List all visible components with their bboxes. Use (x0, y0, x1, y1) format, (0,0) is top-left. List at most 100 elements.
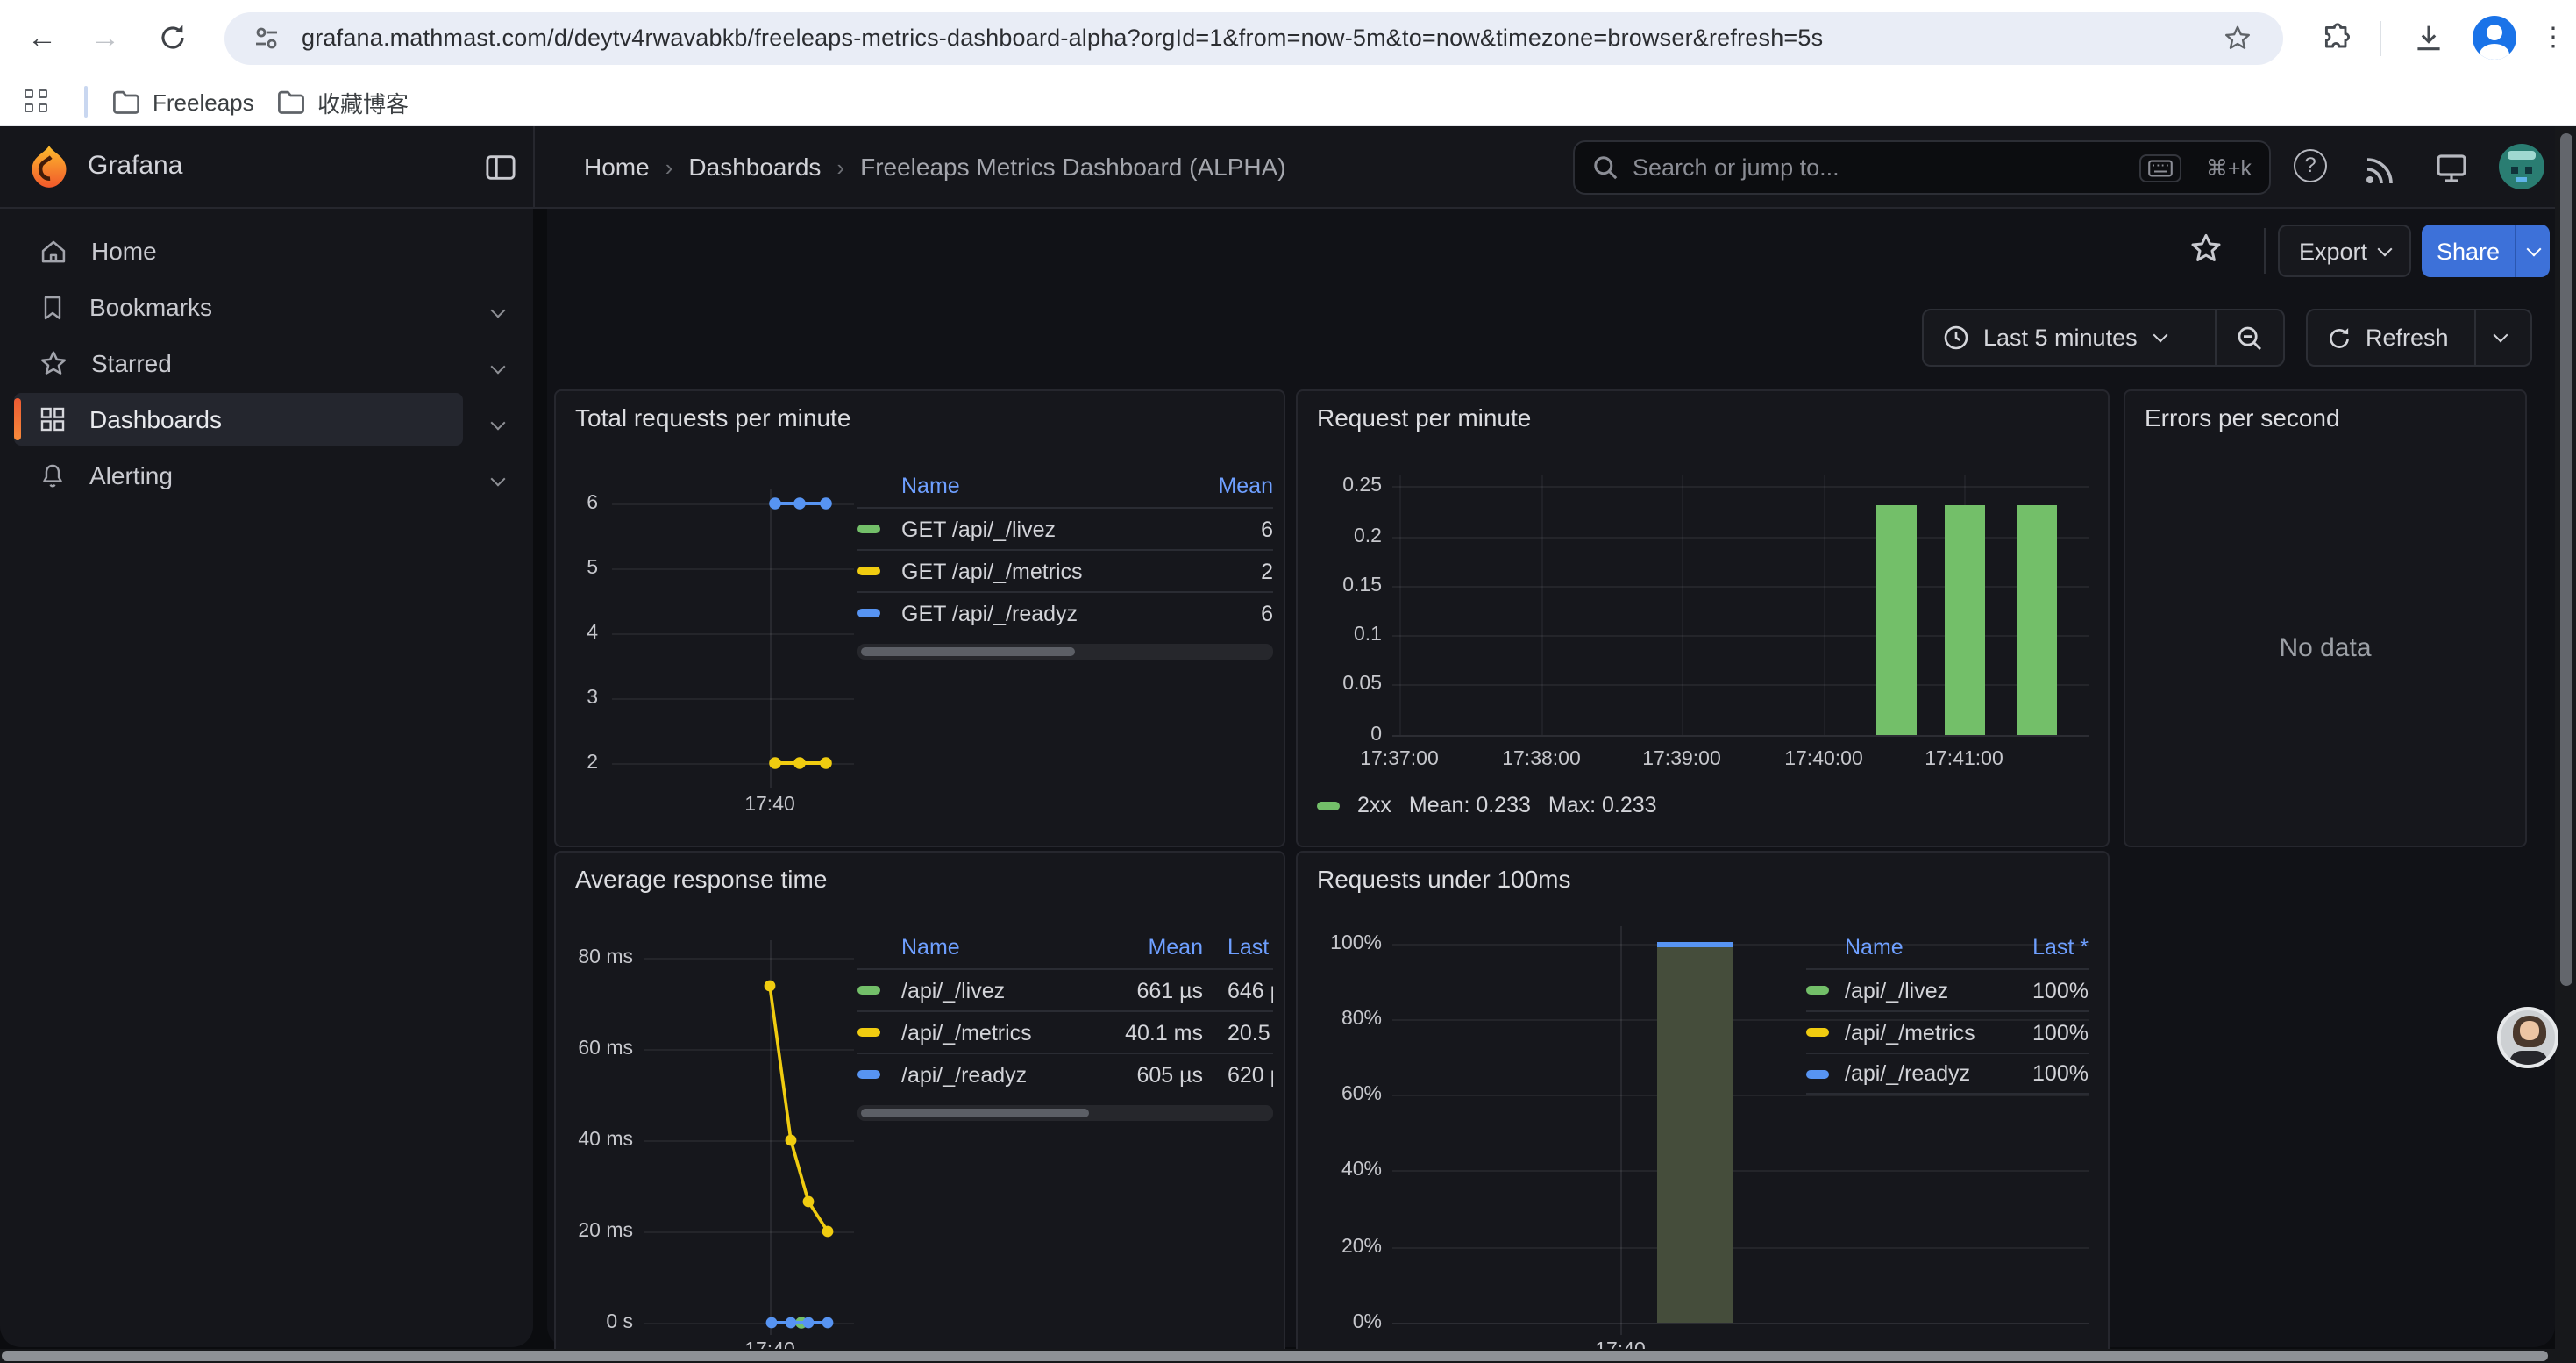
panel-title[interactable]: Request per minute (1317, 403, 1531, 432)
dock-sidebar-icon[interactable] (486, 154, 516, 181)
sidebar-item-label: Bookmarks (89, 293, 212, 321)
legend-table: Name Mean Last * /api/_/livez 661 µs 646… (857, 926, 1273, 1095)
time-range-label: Last 5 minutes (1983, 325, 2138, 351)
site-info-icon[interactable] (253, 25, 281, 53)
y-tick: 0.1 (1312, 624, 1382, 646)
refresh-button[interactable]: Refresh (2308, 310, 2474, 365)
chevron-down-icon[interactable] (493, 461, 521, 489)
series-name[interactable]: /api/_/readyz (901, 1062, 1105, 1087)
refresh-interval-button[interactable] (2476, 310, 2525, 365)
breadcrumb-current: Freeleaps Metrics Dashboard (ALPHA) (860, 153, 1286, 181)
user-avatar[interactable] (2499, 144, 2544, 189)
url-text[interactable]: grafana.mathmast.com/d/deytv4rwavabkb/fr… (302, 25, 1823, 51)
panel-title[interactable]: Requests under 100ms (1317, 865, 1571, 893)
legend-scrollbar[interactable] (857, 644, 1273, 660)
series-name[interactable]: /api/_/livez (901, 978, 1105, 1003)
series-mean: 2 (1203, 559, 1273, 583)
back-icon[interactable]: ← (21, 18, 63, 60)
chevron-down-icon[interactable] (493, 293, 521, 321)
legend-row[interactable]: GET /api/_/metrics 2 (857, 549, 1273, 591)
time-range-picker[interactable]: Last 5 minutes (1924, 310, 2215, 365)
legend-header-last[interactable]: Last * (1228, 935, 1273, 960)
help-icon[interactable]: ? (2294, 149, 2329, 184)
series-name[interactable]: /api/_/readyz (1845, 1061, 2015, 1086)
legend-row[interactable]: /api/_/metrics 100% (1806, 1010, 2089, 1053)
series-name[interactable]: GET /api/_/readyz (901, 601, 1203, 625)
sidebar-item-dashboards[interactable]: Dashboards (14, 393, 463, 446)
share-button[interactable]: Share (2422, 225, 2515, 277)
download-icon[interactable] (2413, 23, 2444, 54)
active-indicator (14, 398, 21, 440)
series-name[interactable]: /api/_/livez (1845, 978, 2015, 1003)
breadcrumb-separator: › (665, 153, 673, 180)
grafana-logo[interactable] (26, 144, 72, 189)
forward-icon[interactable]: → (84, 18, 126, 60)
series-top-line (1657, 942, 1733, 946)
series-mean: 6 (1203, 601, 1273, 625)
browser-menu-icon[interactable]: ⋮ (2532, 18, 2574, 60)
display-icon[interactable] (2434, 151, 2469, 186)
legend-row[interactable]: /api/_/readyz 605 µs 620 µs (857, 1053, 1273, 1095)
legend-row[interactable]: /api/_/metrics 40.1 ms 20.5 ms (857, 1010, 1273, 1053)
browser-profile-avatar[interactable] (2473, 16, 2516, 60)
actions-divider (2264, 228, 2266, 274)
breadcrumb-home[interactable]: Home (584, 153, 650, 181)
bar-2xx[interactable] (1945, 505, 1985, 735)
search-input[interactable]: Search or jump to... ⌘+k (1573, 140, 2271, 195)
legend-row[interactable]: GET /api/_/livez 6 (857, 507, 1273, 549)
series-name[interactable]: GET /api/_/livez (901, 517, 1203, 541)
legend-scrollbar-thumb[interactable] (861, 647, 1075, 656)
brand-name[interactable]: Grafana (88, 151, 182, 181)
bookmark-folder-blogs[interactable]: 收藏博客 (277, 84, 409, 119)
series-name[interactable]: /api/_/metrics (1845, 1020, 2015, 1045)
vertical-scrollbar[interactable] (2555, 126, 2576, 1363)
chevron-down-icon[interactable] (493, 405, 521, 433)
legend-row[interactable]: GET /api/_/readyz 6 (857, 591, 1273, 633)
legend-header-name[interactable]: Name (1845, 935, 2015, 960)
sidebar-item-home[interactable]: Home (14, 225, 463, 277)
series-name[interactable]: GET /api/_/metrics (901, 559, 1203, 583)
bar-2xx[interactable] (1876, 505, 1917, 735)
sidebar-item-bookmarks[interactable]: Bookmarks (14, 281, 463, 333)
apps-grid-icon[interactable] (25, 89, 49, 114)
floating-assistant-avatar[interactable] (2497, 1007, 2558, 1068)
sidebar-item-alerting[interactable]: Alerting (14, 449, 463, 502)
bookmark-star-icon[interactable] (2224, 25, 2252, 53)
reload-icon[interactable] (151, 18, 193, 60)
news-rss-icon[interactable] (2362, 153, 2397, 188)
chevron-down-icon[interactable] (493, 349, 521, 377)
vertical-scrollbar-thumb[interactable] (2559, 133, 2572, 986)
legend-header-name[interactable]: Name (901, 935, 1105, 960)
legend-header-mean[interactable]: Mean (1203, 474, 1273, 498)
legend-row[interactable]: /api/_/livez 661 µs 646 µs (857, 968, 1273, 1010)
legend-header-last[interactable]: Last * (2015, 935, 2089, 960)
legend-scrollbar[interactable] (857, 1105, 1273, 1121)
series-color-swatch (1317, 801, 1340, 810)
legend-scrollbar-thumb[interactable] (861, 1109, 1089, 1117)
bar-2xx[interactable] (2017, 505, 2057, 735)
zoom-out-button[interactable] (2217, 310, 2283, 365)
y-tick: 0.15 (1312, 575, 1382, 596)
favorite-dashboard-star-icon[interactable] (2188, 232, 2224, 267)
series-last: 646 µs (1228, 978, 1273, 1003)
export-button[interactable]: Export (2278, 225, 2411, 277)
url-bar[interactable]: grafana.mathmast.com/d/deytv4rwavabkb/fr… (224, 12, 2283, 65)
legend-header-mean[interactable]: Mean (1105, 935, 1203, 960)
series-color-swatch (857, 1028, 880, 1037)
share-menu-button[interactable] (2515, 225, 2550, 277)
series-name[interactable]: 2xx (1357, 793, 1391, 817)
legend-header-name[interactable]: Name (901, 474, 1203, 498)
legend-row[interactable]: /api/_/readyz 100% (1806, 1053, 2089, 1095)
sidebar-item-starred[interactable]: Starred (14, 337, 463, 389)
legend-row[interactable]: /api/_/livez 100% (1806, 968, 2089, 1010)
series-color-swatch (857, 525, 880, 533)
area-fill-100pct[interactable] (1657, 944, 1733, 1323)
keyboard-icon (2139, 153, 2181, 182)
horizontal-scrollbar-thumb[interactable] (2, 1351, 2548, 1361)
horizontal-scrollbar[interactable] (0, 1349, 2555, 1363)
extensions-icon[interactable] (2322, 23, 2353, 54)
series-name[interactable]: /api/_/metrics (901, 1020, 1105, 1045)
panel-title[interactable]: Errors per second (2145, 403, 2340, 432)
bookmark-folder-freeleaps[interactable]: Freeleaps (112, 84, 254, 119)
breadcrumb-dashboards[interactable]: Dashboards (688, 153, 821, 181)
